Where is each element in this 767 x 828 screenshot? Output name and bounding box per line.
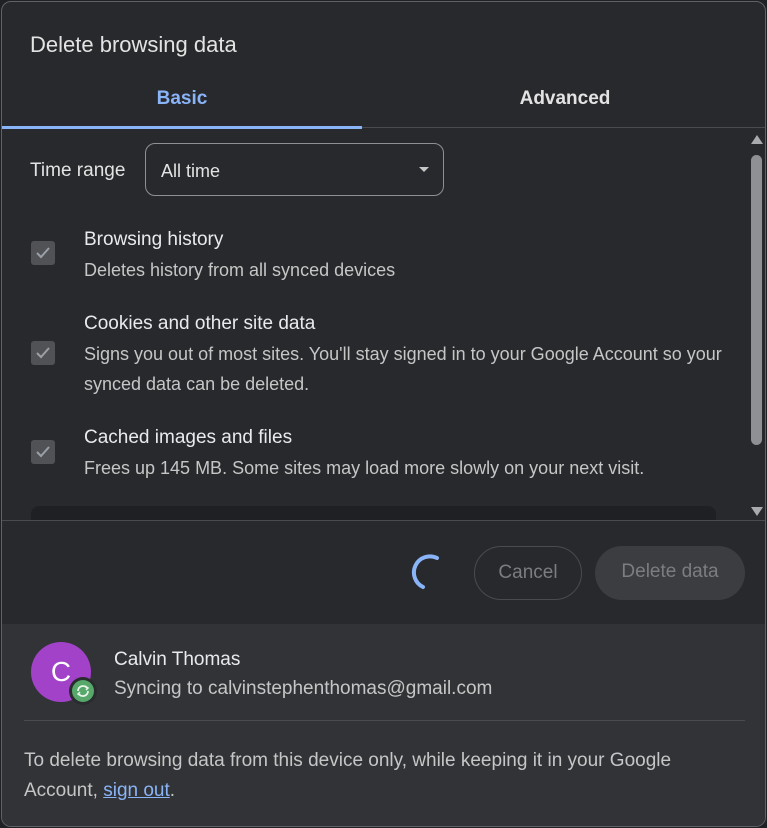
tab-advanced[interactable]: Advanced — [385, 74, 745, 128]
delete-browsing-data-dialog: Delete browsing data Basic Advanced Time… — [1, 1, 766, 827]
loading-spinner-icon — [411, 554, 439, 589]
account-name: Calvin Thomas — [114, 649, 241, 670]
account-email: calvinstephenthomas@gmail.com — [208, 678, 493, 699]
sync-badge — [69, 677, 97, 705]
sign-out-link[interactable]: sign out — [103, 780, 170, 801]
scroll-up-arrow-icon[interactable] — [751, 135, 763, 144]
cancel-button[interactable]: Cancel — [474, 546, 582, 600]
delete-data-button[interactable]: Delete data — [595, 546, 745, 600]
time-range-value: All time — [161, 161, 221, 181]
caret-down-icon — [419, 167, 429, 172]
scroll-down-arrow-icon[interactable] — [751, 507, 763, 516]
option-description: Signs you out of most sites. You'll stay… — [84, 344, 722, 394]
browsing-history-checkbox[interactable] — [31, 241, 55, 265]
time-range-label: Time range — [30, 160, 126, 181]
more-options-row — [31, 506, 716, 520]
sync-icon — [76, 685, 90, 697]
basic-tab-content: Time range All time Browsing history Del… — [2, 129, 765, 521]
divider — [24, 720, 745, 721]
sign-out-note: To delete browsing data from this device… — [24, 746, 724, 806]
check-icon — [36, 347, 50, 359]
option-title: Cookies and other site data — [84, 313, 316, 334]
tab-basic[interactable]: Basic — [2, 74, 362, 128]
option-description: Frees up 145 MB. Some sites may load mor… — [84, 458, 645, 478]
account-footer: C Calvin Thomas Syncing to calvinstephen… — [2, 624, 765, 826]
cached-images-checkbox[interactable] — [31, 440, 55, 464]
scrollbar[interactable] — [745, 129, 765, 520]
action-bar: Cancel Delete data — [2, 522, 765, 624]
scrollbar-thumb[interactable] — [751, 155, 762, 445]
cookies-checkbox[interactable] — [31, 341, 55, 365]
dialog-title: Delete browsing data — [30, 32, 237, 57]
time-range-select[interactable]: All time — [145, 143, 444, 196]
sync-prefix: Syncing to — [114, 678, 208, 699]
option-title: Cached images and files — [84, 427, 293, 448]
check-icon — [36, 247, 50, 259]
option-description: Deletes history from all synced devices — [84, 260, 396, 280]
tab-bar: Basic Advanced — [2, 74, 765, 129]
option-title: Browsing history — [84, 229, 224, 250]
sync-status: Syncing to calvinstephenthomas@gmail.com — [114, 678, 492, 700]
sign-out-note-suffix: . — [169, 780, 176, 801]
check-icon — [36, 446, 50, 458]
